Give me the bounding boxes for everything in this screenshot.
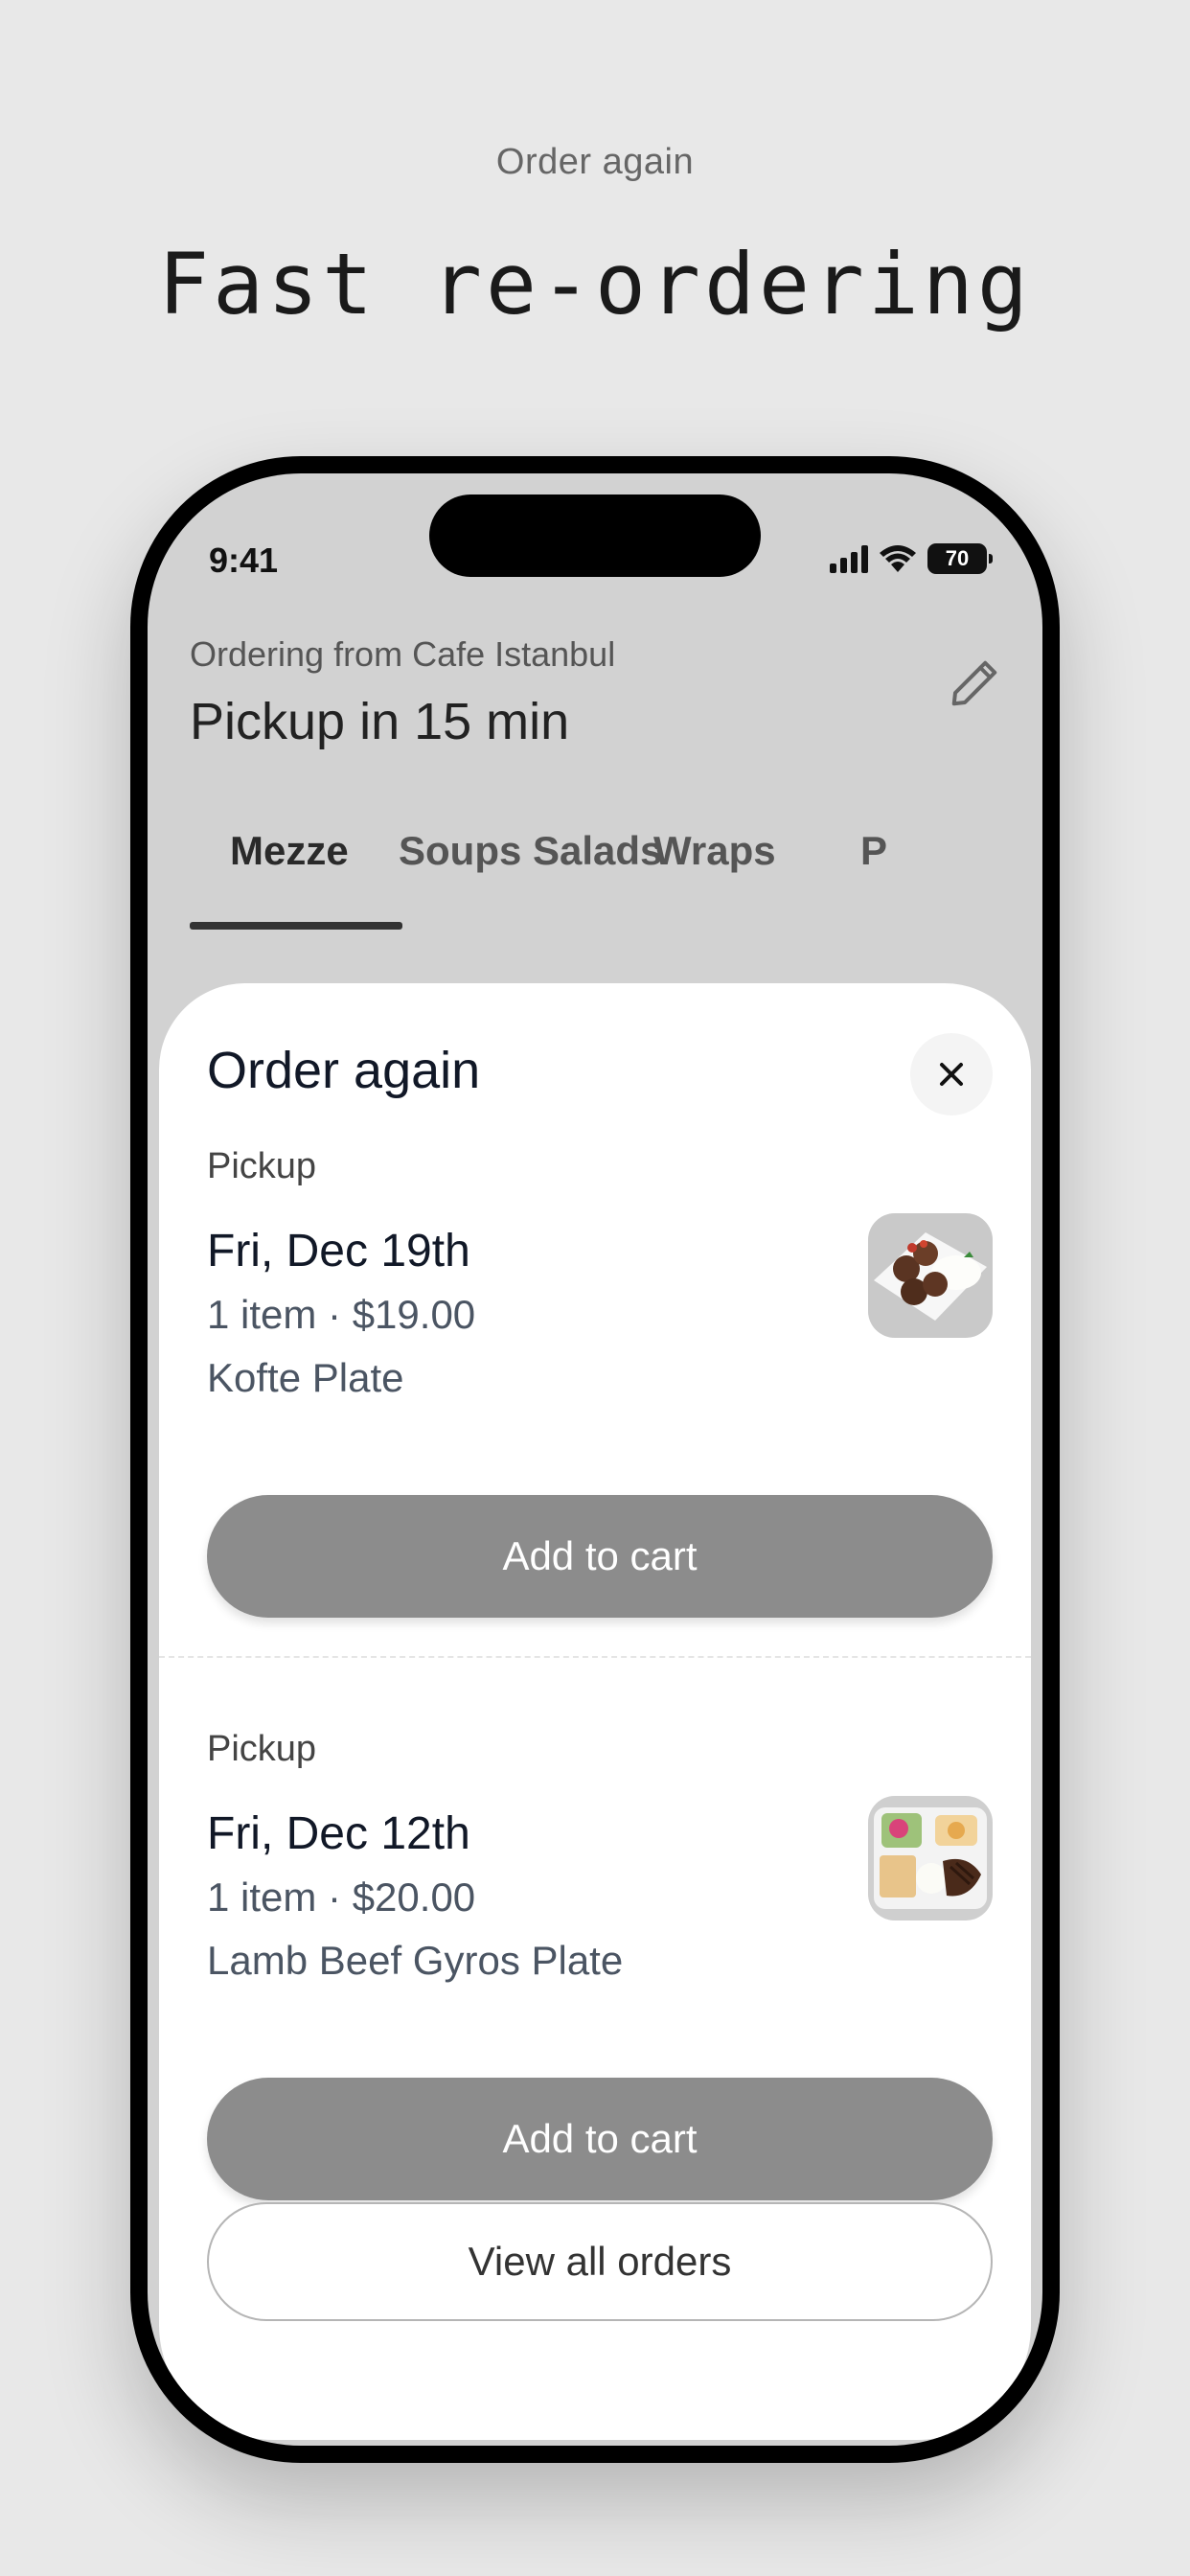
tab-wraps[interactable]: Wraps: [653, 828, 776, 874]
add-to-cart-button[interactable]: Add to cart: [207, 2078, 993, 2200]
order-again-sheet: Order again Pickup Fri, Dec 19th 1 item …: [159, 983, 1031, 2440]
tab-mezze[interactable]: Mezze: [230, 828, 349, 874]
promo-title: Fast re-ordering: [158, 235, 1032, 334]
pencil-icon: [951, 660, 997, 706]
order-item-name: Lamb Beef Gyros Plate: [207, 1938, 624, 1983]
close-icon: [940, 1063, 963, 1086]
close-button[interactable]: [910, 1033, 993, 1116]
view-all-orders-button[interactable]: View all orders: [207, 2202, 993, 2321]
order-date: Fri, Dec 19th: [207, 1226, 470, 1276]
order-type: Pickup: [207, 1146, 317, 1186]
battery-icon: 70: [927, 543, 993, 574]
order-meta: 1 item · $20.00: [207, 1874, 476, 1920]
order-type: Pickup: [207, 1729, 317, 1769]
kofte-plate-thumbnail: [868, 1213, 993, 1338]
phone-screen: 9:41 70 Ordering from Cafe Istanbul Pick…: [148, 473, 1042, 2446]
order-item-name: Kofte Plate: [207, 1355, 404, 1400]
gyros-plate-thumbnail: [868, 1796, 993, 1920]
status-bar: 9:41 70: [148, 473, 1042, 617]
status-time: 9:41: [209, 540, 279, 580]
tab-soups-salads[interactable]: Soups Salads: [399, 828, 662, 874]
ordering-from-label: Ordering from Cafe Istanbul: [190, 634, 616, 674]
dynamic-island: [429, 494, 761, 577]
order-date: Fri, Dec 12th: [207, 1808, 470, 1859]
category-tabs: Mezze Soups Salads Wraps P: [190, 828, 1042, 933]
active-tab-indicator: [190, 922, 402, 930]
pickup-eta[interactable]: Pickup in 15 min: [190, 692, 569, 751]
phone-frame: 9:41 70 Ordering from Cafe Istanbul Pick…: [130, 456, 1060, 2463]
add-to-cart-button[interactable]: Add to cart: [207, 1495, 993, 1618]
order-meta: 1 item · $19.00: [207, 1292, 476, 1337]
signal-icon: [830, 544, 868, 573]
sheet-title: Order again: [207, 1042, 481, 1099]
order-divider: [159, 1656, 1031, 1658]
order-card: Pickup Fri, Dec 19th 1 item · $19.00 Kof…: [207, 1146, 993, 1644]
wifi-icon: [880, 545, 916, 572]
tab-partial[interactable]: P: [860, 828, 887, 874]
status-icons: 70: [830, 540, 993, 577]
promo-subtitle: Order again: [495, 142, 695, 182]
order-card: Pickup Fri, Dec 12th 1 item · $20.00 Lam…: [207, 1729, 993, 2227]
edit-button[interactable]: [941, 650, 1008, 717]
